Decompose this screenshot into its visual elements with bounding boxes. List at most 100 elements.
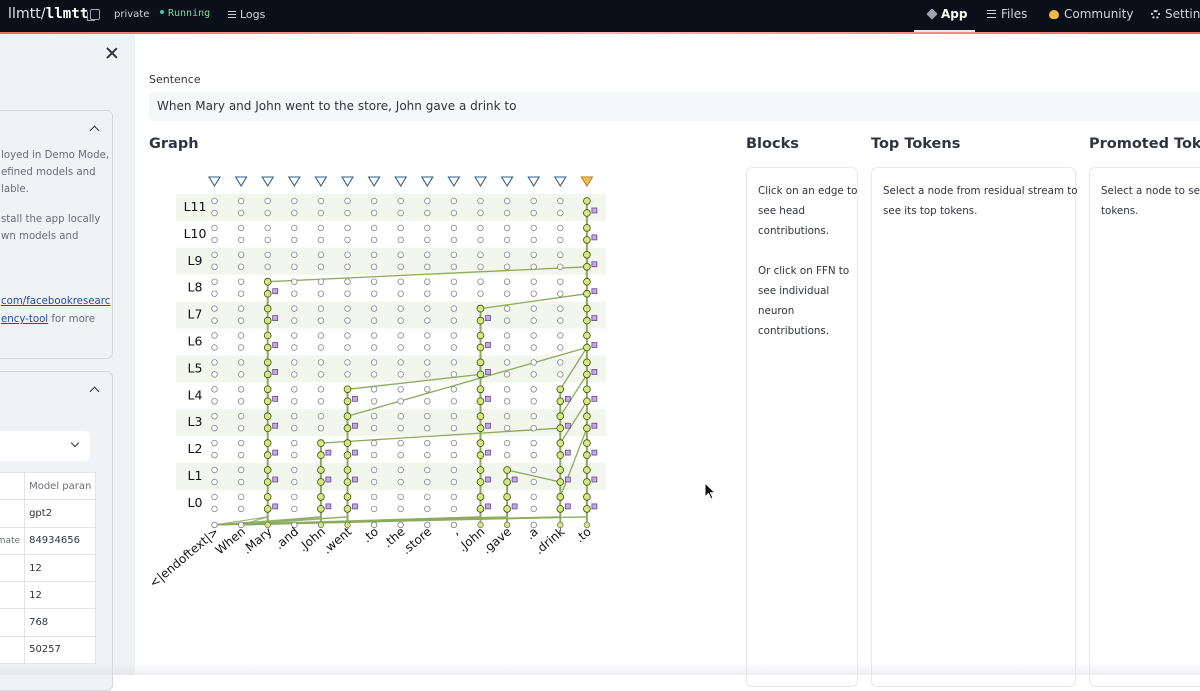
residual-node[interactable]	[212, 440, 218, 446]
residual-node[interactable]	[371, 413, 377, 419]
tab-settings[interactable]: Settin	[1151, 7, 1200, 21]
active-residual-node[interactable]	[264, 344, 271, 351]
residual-node[interactable]	[238, 387, 244, 393]
residual-node[interactable]	[318, 399, 324, 405]
residual-node[interactable]	[265, 264, 271, 270]
residual-node[interactable]	[531, 198, 537, 204]
active-residual-node[interactable]	[584, 479, 591, 486]
residual-node[interactable]	[398, 413, 404, 419]
residual-node[interactable]	[558, 198, 564, 204]
ffn-node[interactable]	[273, 316, 278, 321]
residual-node[interactable]	[318, 279, 324, 285]
active-residual-node[interactable]	[318, 494, 325, 501]
residual-node[interactable]	[238, 237, 244, 243]
residual-node[interactable]	[371, 467, 377, 473]
ffn-node[interactable]	[273, 504, 278, 509]
residual-node[interactable]	[398, 279, 404, 285]
active-residual-node[interactable]	[264, 413, 271, 420]
residual-node[interactable]	[265, 237, 271, 243]
ffn-node[interactable]	[592, 450, 597, 455]
residual-node[interactable]	[425, 333, 431, 339]
residual-node[interactable]	[345, 291, 351, 297]
residual-node[interactable]	[238, 440, 244, 446]
residual-node[interactable]	[398, 225, 404, 231]
residual-node[interactable]	[238, 506, 244, 512]
residual-node[interactable]	[531, 479, 537, 485]
residual-node[interactable]	[398, 360, 404, 366]
residual-node[interactable]	[292, 425, 298, 431]
token-triangle-node[interactable]	[236, 177, 247, 186]
residual-node[interactable]	[292, 360, 298, 366]
active-residual-node[interactable]	[557, 467, 564, 474]
residual-node[interactable]	[558, 372, 564, 378]
active-residual-node[interactable]	[344, 425, 351, 432]
residual-node[interactable]	[504, 225, 510, 231]
residual-node[interactable]	[425, 306, 431, 312]
active-residual-node[interactable]	[264, 290, 271, 297]
residual-node[interactable]	[425, 399, 431, 405]
active-residual-node[interactable]	[584, 452, 591, 459]
active-residual-node[interactable]	[318, 506, 325, 513]
residual-node[interactable]	[398, 318, 404, 324]
residual-node[interactable]	[398, 306, 404, 312]
residual-node[interactable]	[451, 440, 457, 446]
active-residual-node[interactable]	[264, 359, 271, 366]
active-residual-node[interactable]	[477, 479, 484, 486]
residual-node[interactable]	[318, 210, 324, 216]
residual-node[interactable]	[558, 333, 564, 339]
residual-node[interactable]	[504, 198, 510, 204]
ffn-node[interactable]	[512, 477, 517, 482]
active-residual-node[interactable]	[264, 425, 271, 432]
active-residual-node[interactable]	[584, 210, 591, 217]
tab-app[interactable]: App	[928, 7, 967, 21]
active-residual-node[interactable]	[264, 398, 271, 405]
ffn-node[interactable]	[592, 369, 597, 374]
residual-node[interactable]	[212, 372, 218, 378]
residual-node[interactable]	[398, 333, 404, 339]
residual-node[interactable]	[371, 425, 377, 431]
active-residual-node[interactable]	[557, 479, 564, 486]
residual-node[interactable]	[558, 306, 564, 312]
residual-node[interactable]	[292, 210, 298, 216]
contribution-graph[interactable]: L11L10L9L8L7L6L5L4L3L2L1L0<|endoftext|>W…	[0, 0, 620, 600]
residual-node[interactable]	[531, 372, 537, 378]
active-residual-node[interactable]	[584, 290, 591, 297]
residual-node[interactable]	[504, 318, 510, 324]
active-residual-node[interactable]	[344, 467, 351, 474]
residual-node[interactable]	[318, 413, 324, 419]
residual-node[interactable]	[531, 237, 537, 243]
residual-node[interactable]	[478, 198, 484, 204]
active-residual-node[interactable]	[477, 440, 484, 447]
residual-node[interactable]	[451, 360, 457, 366]
ffn-node[interactable]	[592, 423, 597, 428]
residual-node[interactable]	[345, 279, 351, 285]
active-residual-node[interactable]	[584, 251, 591, 258]
residual-node[interactable]	[478, 291, 484, 297]
ffn-node[interactable]	[565, 450, 570, 455]
residual-node[interactable]	[531, 413, 537, 419]
residual-node[interactable]	[451, 279, 457, 285]
active-residual-node[interactable]	[504, 506, 511, 513]
ffn-node[interactable]	[273, 343, 278, 348]
residual-node[interactable]	[558, 225, 564, 231]
residual-node[interactable]	[292, 333, 298, 339]
residual-node[interactable]	[345, 345, 351, 351]
residual-node[interactable]	[292, 440, 298, 446]
residual-node[interactable]	[238, 399, 244, 405]
residual-node[interactable]	[504, 333, 510, 339]
residual-node[interactable]	[212, 291, 218, 297]
residual-node[interactable]	[451, 318, 457, 324]
active-residual-node[interactable]	[477, 359, 484, 366]
residual-node[interactable]	[238, 425, 244, 431]
residual-node[interactable]	[212, 387, 218, 393]
active-residual-node[interactable]	[477, 467, 484, 474]
residual-node[interactable]	[371, 306, 377, 312]
residual-node[interactable]	[398, 479, 404, 485]
residual-node[interactable]	[478, 237, 484, 243]
residual-node[interactable]	[425, 225, 431, 231]
residual-node[interactable]	[292, 252, 298, 258]
residual-node[interactable]	[451, 333, 457, 339]
residual-node[interactable]	[398, 291, 404, 297]
active-residual-node[interactable]	[477, 452, 484, 459]
residual-node[interactable]	[398, 345, 404, 351]
